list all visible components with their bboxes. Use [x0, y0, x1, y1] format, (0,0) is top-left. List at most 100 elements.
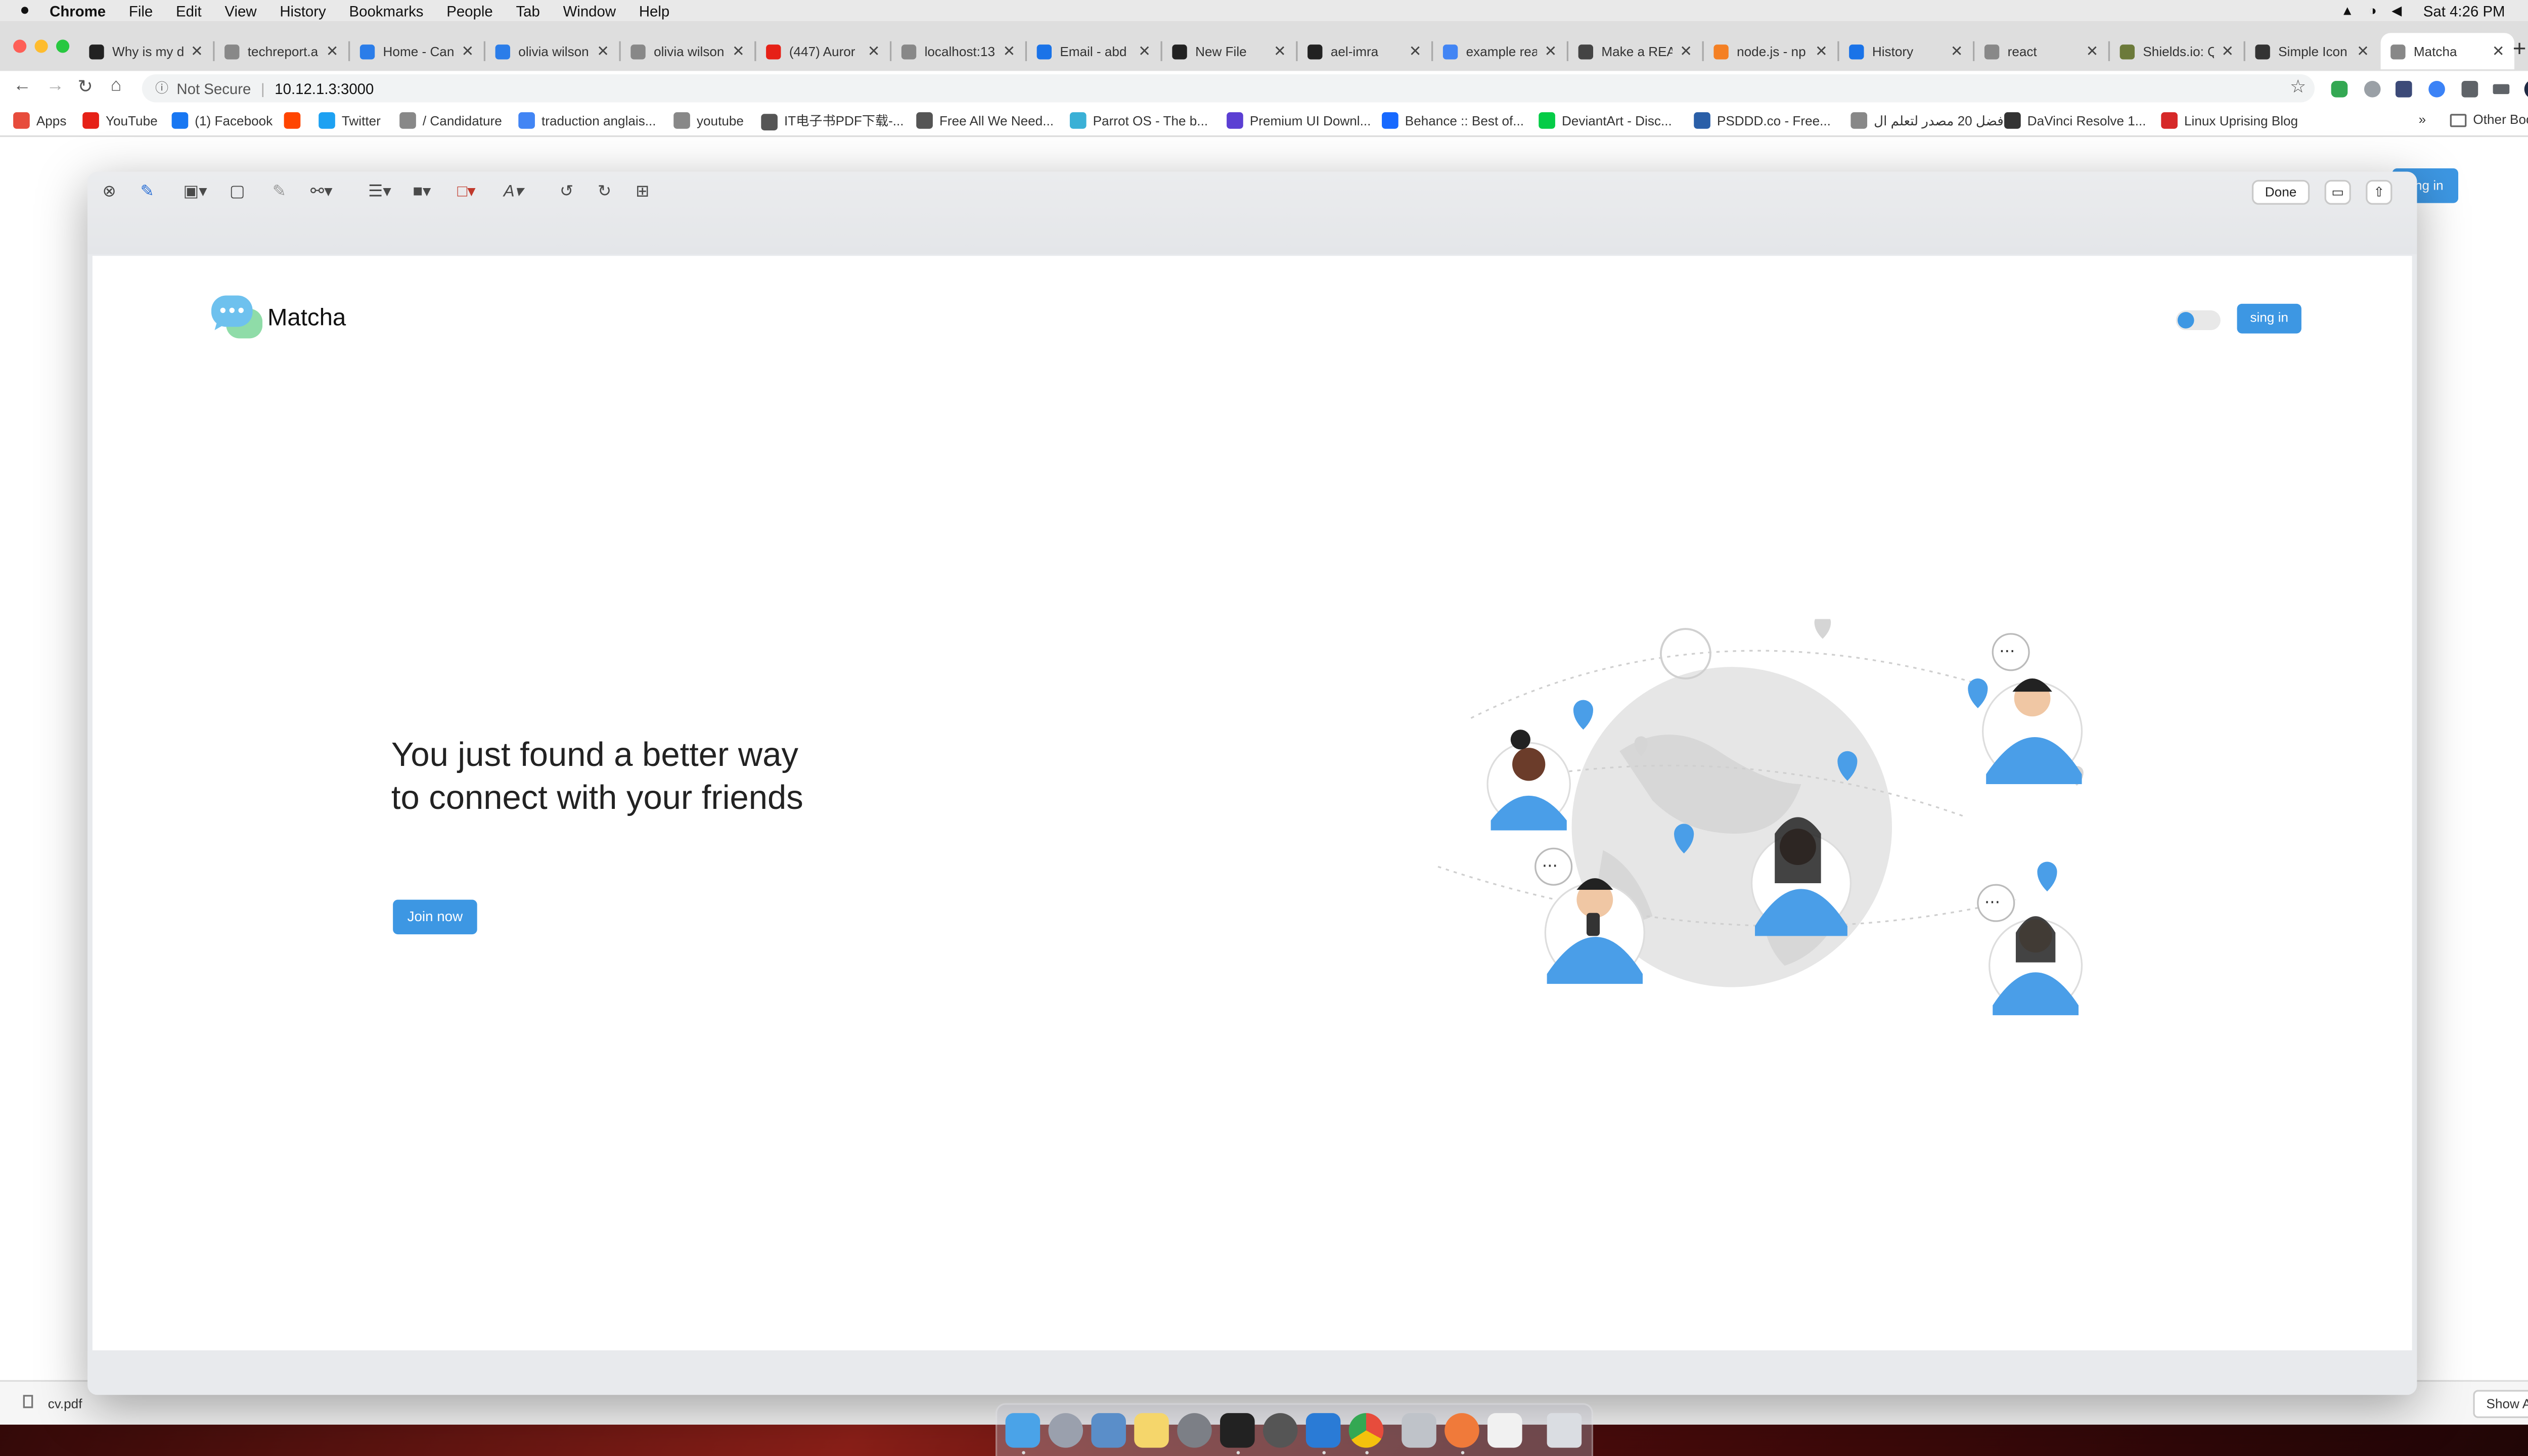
trash-icon[interactable] [1547, 1413, 1582, 1448]
finder-icon[interactable] [1005, 1413, 1041, 1448]
safari-icon[interactable] [1444, 1413, 1479, 1448]
bookmark-item-6[interactable]: traduction anglais... [518, 112, 656, 129]
bookmark-item-17[interactable]: Linux Uprising Blog [2161, 112, 2298, 129]
theme-toggle[interactable] [2176, 310, 2221, 331]
textedit-icon[interactable] [1487, 1413, 1522, 1448]
markup-share-icon[interactable]: ⇧ [2366, 179, 2392, 205]
preview-icon[interactable] [1091, 1413, 1126, 1448]
volume-icon[interactable]: ◀ [2391, 4, 2402, 18]
bookmark-item-15[interactable]: افضل 20 مصدر لتعلم ال... [1850, 112, 2018, 129]
bookmark-item-10[interactable]: Parrot OS - The b... [1069, 112, 1208, 129]
chrome-icon[interactable] [1348, 1413, 1384, 1448]
menu-help[interactable]: Help [639, 3, 669, 19]
forward-button[interactable]: → [46, 76, 64, 96]
tab-14[interactable]: react ✕ [1974, 33, 2108, 69]
tab-close-icon[interactable]: ✕ [1003, 42, 1016, 60]
tab-close-icon[interactable]: ✕ [1545, 42, 1557, 60]
notes-icon[interactable] [1134, 1413, 1169, 1448]
bookmark-item-3[interactable] [284, 112, 307, 129]
extension-circle-icon[interactable] [2364, 81, 2381, 98]
join-now-button[interactable]: Join now [393, 899, 477, 935]
rotate-right-icon[interactable]: ↻ [598, 183, 611, 201]
highlight-icon[interactable]: ✎ [273, 183, 286, 201]
address-bar[interactable]: ⓘ Not Secure | 10.12.1.3:3000 [142, 74, 2315, 103]
menu-window[interactable]: Window [563, 3, 616, 19]
tab-close-icon[interactable]: ✕ [2357, 42, 2369, 60]
bookmarks-overflow-button[interactable]: » [2419, 112, 2426, 127]
window-minimize-button[interactable] [34, 39, 48, 53]
tab-close-icon[interactable]: ✕ [2086, 42, 2099, 60]
extension-grid-icon[interactable] [2395, 81, 2412, 98]
bookmark-item-0[interactable]: Apps [13, 112, 66, 129]
bookmark-item-7[interactable]: youtube [673, 112, 744, 129]
back-button[interactable]: ← [13, 76, 31, 96]
signature-icon[interactable]: ⚯▾ [310, 183, 333, 201]
markup-done-button[interactable]: Done [2251, 179, 2310, 205]
menu-app-name[interactable]: Chrome [50, 3, 106, 19]
tab-17[interactable]: Matcha ✕ [2380, 33, 2515, 70]
tab-close-icon[interactable]: ✕ [2221, 42, 2234, 60]
bookmark-item-5[interactable]: / Candidature [399, 112, 502, 129]
tab-15[interactable]: Shields.io: Q ✕ [2110, 33, 2243, 69]
bookmark-item-16[interactable]: DaVinci Resolve 1... [2004, 112, 2146, 129]
rotate-left-icon[interactable]: ↺ [560, 183, 573, 201]
bookmark-item-4[interactable]: Twitter [319, 112, 381, 129]
system-preferences-icon[interactable] [1177, 1413, 1212, 1448]
tab-close-icon[interactable]: ✕ [732, 42, 745, 60]
tab-2[interactable]: Home - Can ✕ [350, 33, 483, 69]
sketch-pen-icon[interactable]: ✎ [141, 183, 154, 201]
tab-16[interactable]: Simple Icon ✕ [2245, 33, 2379, 69]
tab-close-icon[interactable]: ✕ [1680, 42, 1692, 60]
tab-close-icon[interactable]: ✕ [462, 42, 474, 60]
bookmark-item-9[interactable]: Free All We Need... [916, 112, 1054, 129]
other-bookmarks-folder[interactable]: Other Bookmarks [2450, 112, 2528, 127]
bookmark-item-2[interactable]: (1) Facebook [171, 112, 273, 129]
tab-close-icon[interactable]: ✕ [1409, 42, 1422, 60]
border-color-icon[interactable]: ■▾ [413, 183, 431, 201]
tab-8[interactable]: New File ✕ [1162, 33, 1296, 69]
menubar-clock[interactable]: Sat 4:26 PM [2423, 3, 2505, 19]
apple-icon[interactable]: ● [20, 2, 30, 20]
tab-close-icon[interactable]: ✕ [1951, 42, 1963, 60]
crop-icon[interactable]: ⊞ [636, 183, 649, 201]
extensions-puzzle-icon[interactable] [2461, 81, 2478, 98]
signin-button[interactable]: sing in [2237, 303, 2301, 334]
window-close-button[interactable] [13, 39, 27, 53]
tab-11[interactable]: Make a REA ✕ [1568, 33, 1702, 69]
tab-9[interactable]: ael-imra ✕ [1298, 33, 1431, 69]
launchpad-icon[interactable] [1048, 1413, 1084, 1448]
extension-react-icon[interactable] [2428, 81, 2445, 98]
menu-tab[interactable]: Tab [516, 3, 539, 19]
tab-5[interactable]: (447) Auror ✕ [756, 33, 890, 69]
menu-history[interactable]: History [280, 3, 326, 19]
menu-people[interactable]: People [446, 3, 493, 19]
tab-close-icon[interactable]: ✕ [1138, 42, 1151, 60]
matcha-logo[interactable]: Matcha [211, 295, 346, 341]
menu-edit[interactable]: Edit [176, 3, 202, 19]
terminal-icon[interactable] [1220, 1413, 1255, 1448]
wifi-icon[interactable]: ◑ [2369, 4, 2377, 18]
text-style-icon[interactable]: A▾ [504, 183, 523, 201]
new-tab-button[interactable]: + [2513, 35, 2526, 61]
tab-12[interactable]: node.js - np ✕ [1704, 33, 1837, 69]
extension-shield-icon[interactable] [2331, 81, 2348, 98]
bluetooth-icon[interactable]: ▲ [2341, 4, 2354, 18]
reload-button[interactable]: ↻ [77, 76, 93, 97]
tab-close-icon[interactable]: ✕ [1274, 42, 1286, 60]
home-button[interactable]: ⌂ [111, 76, 122, 96]
tab-close-icon[interactable]: ✕ [2492, 42, 2505, 60]
markup-close-icon[interactable]: ⊗ [102, 183, 116, 201]
menu-view[interactable]: View [224, 3, 256, 19]
tab-close-icon[interactable]: ✕ [326, 42, 339, 60]
tab-7[interactable]: Email - abd ✕ [1027, 33, 1160, 69]
menu-bookmarks[interactable]: Bookmarks [349, 3, 424, 19]
vscode-icon[interactable] [1305, 1413, 1341, 1448]
bookmark-item-1[interactable]: YouTube [82, 112, 158, 129]
download-file-name[interactable]: cv.pdf [48, 1396, 82, 1411]
bookmark-item-11[interactable]: Premium UI Downl... [1227, 112, 1371, 129]
bookmark-star-icon[interactable]: ☆ [2290, 76, 2306, 97]
bookmark-item-8[interactable]: IT电子书PDF下载-... [761, 112, 904, 130]
window-zoom-button[interactable] [56, 39, 70, 53]
menu-file[interactable]: File [129, 3, 153, 19]
tab-4[interactable]: olivia wilson ✕ [621, 33, 754, 69]
